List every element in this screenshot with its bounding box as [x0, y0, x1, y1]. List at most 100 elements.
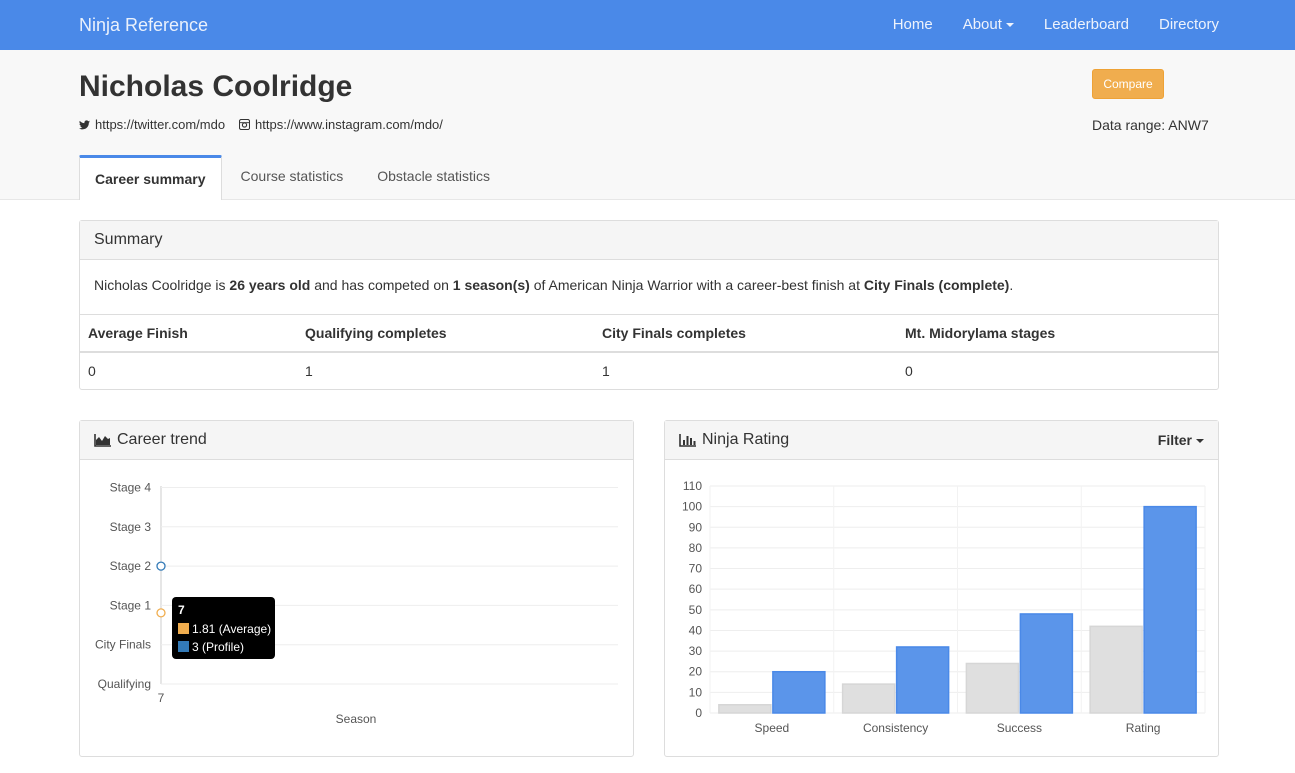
- bar-speed-baseline: [718, 703, 772, 714]
- brand-link[interactable]: Ninja Reference: [79, 15, 208, 36]
- y-tick-label: Stage 4: [110, 481, 152, 495]
- summary-text: Nicholas Coolridge is 26 years old and h…: [80, 260, 1218, 315]
- bar-consistency-profile: [895, 646, 950, 714]
- rating-labels: Speed Consistency Success Rating: [755, 721, 1161, 735]
- value-qualifying-completes: 1: [305, 363, 313, 379]
- y-tick-label: 40: [689, 623, 703, 637]
- career-trend-chart: Season Qualifying City Finals Stage 1 Stage…: [95, 481, 618, 726]
- filter-label: Filter: [1157, 432, 1192, 448]
- profile-tabs: Career summary Course statistics Obstacl…: [79, 155, 509, 200]
- bar-success-profile: [1019, 613, 1074, 714]
- col-midorylama-stages: Mt. Midorylama stages: [897, 315, 1218, 353]
- x-axis-label: Season: [336, 712, 377, 726]
- nav-about[interactable]: About: [963, 16, 1014, 33]
- point-profile: [156, 561, 166, 571]
- col-city-finals-completes: City Finals completes: [594, 315, 897, 353]
- bar-rating-profile: [1143, 505, 1197, 714]
- summary-age: 26 years old: [229, 277, 311, 293]
- nav-home[interactable]: Home: [893, 16, 933, 33]
- instagram-url: https://www.instagram.com/mdo/: [255, 117, 443, 132]
- point-average: [156, 608, 166, 618]
- summary-seasons: 1 season(s): [452, 277, 530, 293]
- summary-text-part: and has competed on: [310, 277, 453, 293]
- caret-down-icon: [1196, 439, 1204, 444]
- nav-links: Home About Leaderboard Directory: [893, 16, 1219, 33]
- y-tick-label: City Finals: [95, 638, 151, 652]
- ninja-rating-heading: Ninja Rating Filter: [665, 421, 1218, 460]
- profile-name: Nicholas Coolridge: [79, 70, 353, 103]
- summary-best-finish: City Finals (complete): [863, 277, 1010, 293]
- navbar: Ninja Reference Home About Leaderboard D…: [0, 0, 1295, 50]
- value-average-finish: 0: [88, 363, 96, 379]
- nav-leaderboard[interactable]: Leaderboard: [1044, 16, 1129, 33]
- tab-obstacle-statistics[interactable]: Obstacle statistics: [362, 155, 505, 199]
- tab-career-summary[interactable]: Career summary: [79, 155, 222, 200]
- ninja-rating-title: Ninja Rating: [702, 431, 790, 448]
- summary-panel: Summary Nicholas Coolridge is 26 years o…: [79, 220, 1219, 390]
- tooltip-row-profile: 3 (Profile): [192, 640, 244, 654]
- category-label: Consistency: [863, 721, 928, 735]
- nav-directory[interactable]: Directory: [1159, 16, 1219, 33]
- summary-text-part: is: [211, 277, 230, 293]
- value-city-finals-completes: 1: [602, 363, 610, 379]
- y-tick-label: Stage 1: [110, 598, 152, 612]
- y-tick-label: Qualifying: [98, 677, 151, 691]
- tab-course-statistics[interactable]: Course statistics: [226, 155, 359, 199]
- instagram-icon: [239, 119, 251, 130]
- bar-speed-profile: [772, 670, 826, 714]
- value-midorylama-stages: 0: [905, 363, 913, 379]
- y-tick-label: 60: [689, 582, 703, 596]
- bar-consistency-baseline: [841, 683, 896, 714]
- career-trend-heading: Career trend: [80, 421, 633, 460]
- y-tick-label: 0: [695, 706, 702, 720]
- career-trend-panel: Career trend Season Qualifying City Final…: [79, 420, 634, 757]
- table-row: 0 1 1 0: [80, 352, 1218, 389]
- twitter-icon: [79, 119, 90, 130]
- y-tick-label: 100: [682, 500, 702, 514]
- nav-about-label: About: [962, 16, 1002, 33]
- trend-grid: Qualifying City Finals Stage 1 Stage 2 Stage…: [95, 481, 618, 705]
- y-tick-label: 10: [689, 685, 703, 699]
- y-tick-label: Stage 3: [110, 520, 152, 534]
- area-chart-icon: [94, 433, 111, 447]
- y-tick-label: 30: [689, 644, 703, 658]
- summary-text-part: .: [1009, 277, 1014, 293]
- instagram-link[interactable]: https://www.instagram.com/mdo/: [239, 117, 443, 132]
- y-tick-label: Stage 2: [110, 559, 152, 573]
- category-label: Speed: [755, 721, 790, 735]
- summary-heading: Summary: [80, 221, 1218, 260]
- twitter-link[interactable]: https://twitter.com/mdo: [79, 117, 225, 132]
- compare-button[interactable]: Compare: [1092, 69, 1164, 99]
- x-tick-label: 7: [158, 691, 165, 705]
- tooltip-swatch-profile: [178, 641, 189, 652]
- y-tick-label: 80: [689, 541, 703, 555]
- y-tick-label: 20: [689, 665, 703, 679]
- summary-title: Summary: [94, 231, 163, 248]
- y-tick-label: 70: [689, 562, 703, 576]
- profile-header: Nicholas Coolridge https://twitter.com/m…: [0, 50, 1295, 200]
- summary-table: Average Finish Qualifying completes City…: [80, 315, 1218, 389]
- data-range: Data range: ANW7: [1092, 117, 1209, 133]
- y-tick-label: 90: [689, 520, 703, 534]
- bar-rating-baseline: [1089, 625, 1143, 714]
- trend-tooltip: 7 1.81 (Average) 3 (Profile): [172, 597, 275, 659]
- y-tick-label: 110: [683, 479, 702, 493]
- col-qualifying-completes: Qualifying completes: [297, 315, 594, 353]
- table-header-row: Average Finish Qualifying completes City…: [80, 315, 1218, 353]
- y-tick-label: 50: [689, 603, 703, 617]
- category-label: Success: [997, 721, 1042, 735]
- filter-dropdown[interactable]: Filter: [1158, 432, 1204, 448]
- career-trend-title: Career trend: [117, 431, 207, 448]
- bar-chart-icon: [679, 433, 696, 447]
- tooltip-swatch-average: [178, 623, 189, 634]
- tooltip-title: 7: [178, 603, 185, 617]
- col-average-finish: Average Finish: [80, 315, 297, 353]
- bar-success-baseline: [965, 662, 1020, 714]
- ninja-rating-panel: Ninja Rating Filter 0 10 20 30 40 50 60 70 80 90 1…: [664, 420, 1219, 757]
- social-links: https://twitter.com/mdo https://www.inst…: [79, 117, 443, 132]
- summary-text-part: of American Ninja Warrior with a career-…: [529, 277, 864, 293]
- summary-name: Nicholas Coolridge: [94, 277, 212, 293]
- caret-down-icon: [1005, 23, 1014, 28]
- ninja-rating-chart: 0 10 20 30 40 50 60 70 80 90 100 110 Speed Consisten…: [682, 479, 1206, 735]
- tooltip-row-average: 1.81 (Average): [192, 622, 271, 636]
